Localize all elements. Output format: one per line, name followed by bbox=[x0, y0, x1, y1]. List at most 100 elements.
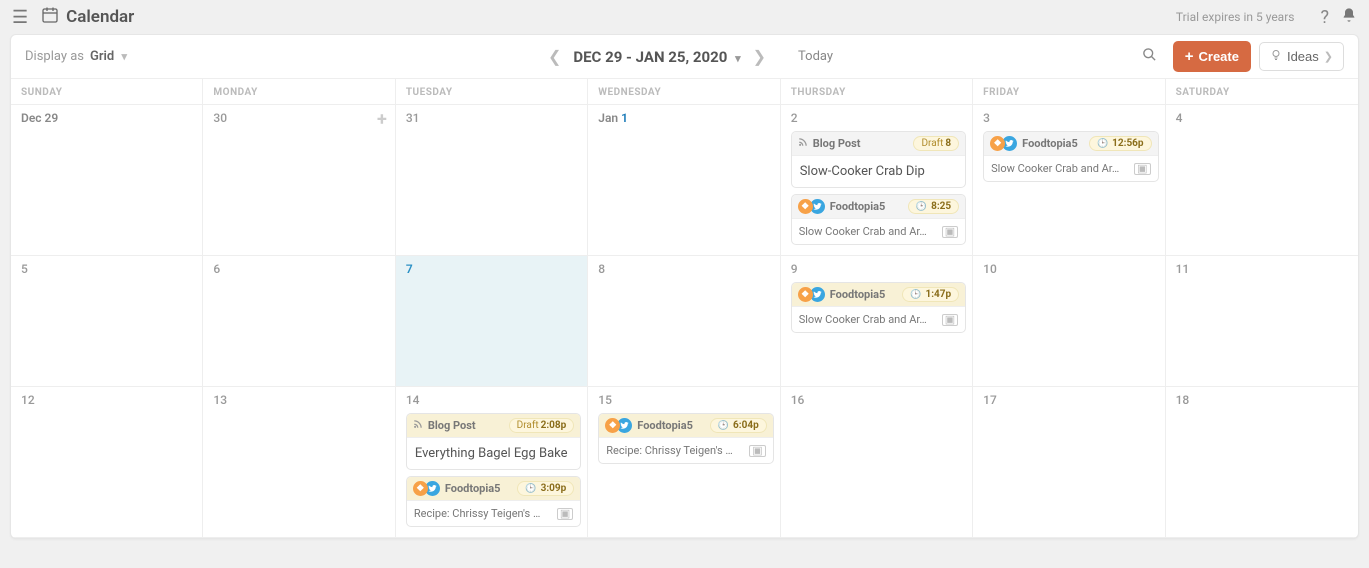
image-icon: ▣ bbox=[557, 508, 573, 520]
bell-icon[interactable] bbox=[1341, 7, 1357, 28]
event-title: Slow-Cooker Crab Dip bbox=[792, 156, 965, 187]
event-title: Everything Bagel Egg Bake bbox=[407, 438, 580, 469]
clock-icon: 🕒 bbox=[910, 290, 921, 300]
date-number: 17 bbox=[983, 393, 1158, 407]
calendar-event-blog[interactable]: Blog Post Draft 2:08p Everything Bagel E… bbox=[406, 413, 581, 470]
date-number: 6 bbox=[213, 262, 388, 276]
calendar-cell[interactable]: 15 ❖ Foodtopia5 🕒6:04p Recipe: Chrissy T… bbox=[588, 387, 780, 537]
calendar-cell[interactable]: 13 bbox=[203, 387, 395, 537]
help-icon[interactable]: ? bbox=[1320, 7, 1329, 28]
clock-icon: 🕒 bbox=[916, 202, 927, 212]
calendar-cell[interactable]: 6 bbox=[203, 256, 395, 386]
date-number: Jan 1 bbox=[598, 111, 773, 125]
date-number: 7 bbox=[406, 262, 581, 276]
calendar-cell[interactable]: Dec 29 bbox=[11, 105, 203, 255]
trial-text: Trial expires in 5 years bbox=[1176, 10, 1295, 24]
chevron-down-icon: ▾ bbox=[121, 50, 127, 63]
clock-icon: 🕒 bbox=[525, 484, 536, 494]
calendar-cell[interactable]: 2 Blog Post Draft 8 Slow-Cooker Crab Dip… bbox=[781, 105, 973, 255]
date-number: 15 bbox=[598, 393, 773, 407]
calendar-cell[interactable]: 18 bbox=[1166, 387, 1358, 537]
display-as-value: Grid bbox=[90, 49, 114, 64]
time-pill: 🕒8:25 bbox=[908, 199, 959, 214]
date-number: 31 bbox=[406, 111, 581, 125]
social-icons: ❖ bbox=[990, 136, 1017, 151]
search-icon[interactable] bbox=[1142, 47, 1157, 66]
calendar-event-social[interactable]: ❖ Foodtopia5 🕒1:47p Slow Cooker Crab and… bbox=[791, 282, 966, 333]
ideas-button[interactable]: Ideas ❯ bbox=[1259, 42, 1344, 71]
day-header: WEDNESDAY bbox=[588, 79, 780, 104]
calendar-event-social[interactable]: ❖ Foodtopia5 🕒6:04p Recipe: Chrissy Teig… bbox=[598, 413, 773, 464]
buffer-icon: ❖ bbox=[798, 287, 813, 302]
date-number: 30 bbox=[213, 111, 388, 125]
date-range-text: DEC 29 - JAN 25, 2020 bbox=[573, 48, 727, 66]
time-pill: 🕒12:56p bbox=[1089, 136, 1152, 151]
time-pill: 🕒6:04p bbox=[710, 418, 767, 433]
bulb-icon bbox=[1270, 49, 1282, 64]
page-title: Calendar bbox=[66, 7, 134, 27]
date-number: 2 bbox=[791, 111, 966, 125]
calendar-event-social[interactable]: ❖ Foodtopia5 🕒8:25 Slow Cooker Crab and … bbox=[791, 194, 966, 245]
event-body: Slow Cooker Crab and Ar… bbox=[799, 225, 938, 238]
day-header: FRIDAY bbox=[973, 79, 1165, 104]
image-icon: ▣ bbox=[942, 314, 958, 326]
buffer-icon: ❖ bbox=[990, 136, 1005, 151]
create-button[interactable]: + Create bbox=[1173, 41, 1251, 72]
date-number: 14 bbox=[406, 393, 581, 407]
calendar-cell[interactable]: 17 bbox=[973, 387, 1165, 537]
calendar-cell[interactable]: 4 bbox=[1166, 105, 1358, 255]
calendar-cell[interactable]: 3 ❖ Foodtopia5 🕒12:56p Slow Cooker Crab … bbox=[973, 105, 1165, 255]
date-number: 4 bbox=[1176, 111, 1352, 125]
status-pill: Draft 8 bbox=[913, 136, 959, 151]
date-number: 13 bbox=[213, 393, 388, 407]
calendar-cell[interactable]: 31 bbox=[396, 105, 588, 255]
date-range-picker[interactable]: DEC 29 - JAN 25, 2020 ▾ bbox=[573, 48, 740, 66]
day-header: MONDAY bbox=[203, 79, 395, 104]
calendar-event-social[interactable]: ❖ Foodtopia5 🕒12:56p Slow Cooker Crab an… bbox=[983, 131, 1158, 182]
social-icons: ❖ bbox=[798, 199, 825, 214]
date-number: 10 bbox=[983, 262, 1158, 276]
time-pill: 🕒1:47p bbox=[902, 287, 959, 302]
account-name: Foodtopia5 bbox=[830, 200, 908, 213]
day-header: SUNDAY bbox=[11, 79, 203, 104]
calendar-event-social[interactable]: ❖ Foodtopia5 🕒3:09p Recipe: Chrissy Teig… bbox=[406, 476, 581, 527]
image-icon: ▣ bbox=[1134, 163, 1150, 175]
calendar-cell[interactable]: 14 Blog Post Draft 2:08p Everything Bage… bbox=[396, 387, 588, 537]
calendar-cell[interactable]: 16 bbox=[781, 387, 973, 537]
day-header: THURSDAY bbox=[781, 79, 973, 104]
menu-icon[interactable]: ☰ bbox=[12, 7, 28, 28]
calendar-cell[interactable]: 5 bbox=[11, 256, 203, 386]
event-body: Recipe: Chrissy Teigen's … bbox=[414, 507, 553, 520]
account-name: Foodtopia5 bbox=[637, 419, 710, 432]
today-button[interactable]: Today bbox=[798, 49, 833, 64]
calendar-event-blog[interactable]: Blog Post Draft 8 Slow-Cooker Crab Dip bbox=[791, 131, 966, 188]
account-name: Foodtopia5 bbox=[830, 288, 903, 301]
date-number: 16 bbox=[791, 393, 966, 407]
social-icons: ❖ bbox=[798, 287, 825, 302]
date-number: 11 bbox=[1176, 262, 1352, 276]
date-number: 3 bbox=[983, 111, 1158, 125]
image-icon: ▣ bbox=[749, 445, 765, 457]
date-number: 5 bbox=[21, 262, 196, 276]
calendar-cell[interactable]: 7 bbox=[396, 256, 588, 386]
account-name: Foodtopia5 bbox=[1022, 137, 1089, 150]
date-number: 18 bbox=[1176, 393, 1352, 407]
calendar-icon bbox=[42, 7, 58, 27]
calendar-cell[interactable]: 10 bbox=[973, 256, 1165, 386]
calendar-cell[interactable]: 11 bbox=[1166, 256, 1358, 386]
day-header: TUESDAY bbox=[396, 79, 588, 104]
prev-period-button[interactable]: ❮ bbox=[536, 47, 573, 66]
calendar-cell[interactable]: 8 bbox=[588, 256, 780, 386]
ideas-label: Ideas bbox=[1287, 49, 1319, 64]
calendar-cell[interactable]: Jan 1 bbox=[588, 105, 780, 255]
rss-icon bbox=[798, 137, 808, 150]
calendar-cell[interactable]: 30+ bbox=[203, 105, 395, 255]
add-event-button[interactable]: + bbox=[377, 109, 387, 130]
display-as-dropdown[interactable]: Grid ▾ bbox=[90, 49, 127, 64]
account-name: Foodtopia5 bbox=[445, 482, 518, 495]
calendar-cell[interactable]: 12 bbox=[11, 387, 203, 537]
event-body: Recipe: Chrissy Teigen's … bbox=[606, 444, 745, 457]
social-icons: ❖ bbox=[605, 418, 632, 433]
calendar-cell[interactable]: 9 ❖ Foodtopia5 🕒1:47p Slow Cooker Crab a… bbox=[781, 256, 973, 386]
next-period-button[interactable]: ❯ bbox=[741, 47, 778, 66]
